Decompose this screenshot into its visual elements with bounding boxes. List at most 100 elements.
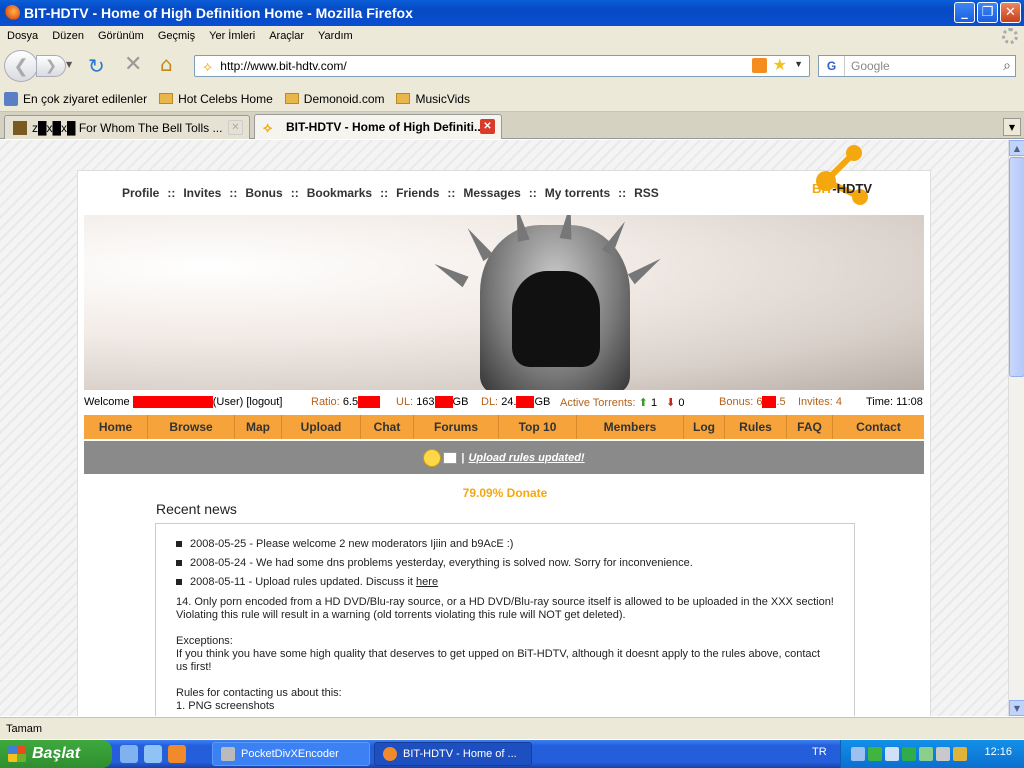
tab-list-button[interactable]: ▼ xyxy=(1003,118,1021,136)
exceptions-paragraph: Exceptions: If you think you have some h… xyxy=(176,635,834,674)
mainnav-map[interactable]: Map xyxy=(235,415,282,439)
menu-view[interactable]: Görünüm xyxy=(91,30,151,42)
banner-spike xyxy=(462,224,494,262)
task-pocketdivxencoder[interactable]: PocketDivXEncoder xyxy=(212,742,370,766)
minimize-button[interactable]: _ xyxy=(954,2,975,23)
nav-separator: :: xyxy=(447,186,456,200)
site-logo[interactable]: BIT-HDTV xyxy=(812,181,872,196)
menu-edit[interactable]: Düzen xyxy=(45,30,91,42)
rss-icon[interactable] xyxy=(752,58,767,73)
stop-button[interactable]: ✕ xyxy=(124,52,142,77)
tray-app-icon[interactable] xyxy=(902,747,916,761)
mainnav-home[interactable]: Home xyxy=(84,415,148,439)
mainnav-forums[interactable]: Forums xyxy=(414,415,499,439)
bit-hdtv-logo-icon[interactable] xyxy=(806,143,870,207)
rule-14-warning: Violating this rule will result in a war… xyxy=(176,609,626,621)
google-engine-icon[interactable]: G xyxy=(819,56,845,76)
news-item: 2008-05-24 - We had some dns problems ye… xyxy=(176,557,834,569)
tray-play-icon[interactable] xyxy=(868,747,882,761)
history-dropdown-icon[interactable]: ▼ xyxy=(66,60,72,69)
address-bar[interactable]: ⟡ http://www.bit-hdtv.com/ ★ ▼ xyxy=(194,55,810,77)
menu-help[interactable]: Yardım xyxy=(311,30,360,42)
tray-volume-icon[interactable] xyxy=(936,747,950,761)
user-role-logout[interactable]: (User) [logout] xyxy=(213,396,283,408)
tray-user-icon[interactable] xyxy=(851,747,865,761)
rules-paragraph: 14. Only porn encoded from a HD DVD/Blu-… xyxy=(176,596,834,622)
menu-file[interactable]: Dosya xyxy=(0,30,45,42)
mainnav-log[interactable]: Log xyxy=(684,415,725,439)
menu-history[interactable]: Geçmiş xyxy=(151,30,202,42)
search-bar[interactable]: G Google ⌕ xyxy=(818,55,1016,77)
scroll-thumb[interactable] xyxy=(1009,157,1024,377)
bookmark-most-visited[interactable]: En çok ziyaret edilenler xyxy=(4,91,147,106)
server-time: Time: 11:08 xyxy=(866,396,923,408)
mainnav-rules[interactable]: Rules xyxy=(725,415,787,439)
redacted-dl xyxy=(516,396,535,409)
bookmark-demonoid[interactable]: Demonoid.com xyxy=(284,92,384,106)
nav-messages[interactable]: Messages xyxy=(463,186,520,200)
news-item: 2008-05-11 - Upload rules updated. Discu… xyxy=(176,576,834,588)
bookmark-musicvids[interactable]: MusicVids xyxy=(396,92,470,106)
search-icon[interactable]: ⌕ xyxy=(1003,57,1011,74)
vertical-scrollbar[interactable]: ▲ ▼ xyxy=(1008,140,1024,716)
nav-my-torrents[interactable]: My torrents xyxy=(545,186,610,200)
start-button[interactable]: Başlat xyxy=(0,740,112,768)
tab-for-whom-the-bell-tolls[interactable]: z█x█x█ For Whom The Bell Tolls ... ✕ xyxy=(4,115,250,139)
nav-friends[interactable]: Friends xyxy=(396,186,439,200)
nav-separator: :: xyxy=(290,186,299,200)
address-url[interactable]: http://www.bit-hdtv.com/ xyxy=(220,59,347,73)
news-here-link[interactable]: here xyxy=(416,576,438,588)
search-input[interactable]: Google xyxy=(851,59,890,73)
nav-bonus[interactable]: Bonus xyxy=(245,186,282,200)
show-desktop-icon[interactable] xyxy=(120,745,138,763)
forward-button[interactable]: ❯ xyxy=(36,55,66,77)
tray-utorrent-icon[interactable] xyxy=(919,747,933,761)
scroll-up-icon[interactable]: ▲ xyxy=(1009,140,1024,156)
folder-icon xyxy=(284,93,299,104)
status-bar: Tamam xyxy=(0,717,1024,739)
invites-count: Invites: 4 xyxy=(798,396,843,408)
tab-bar: z█x█x█ For Whom The Bell Tolls ... ✕ ⟡ B… xyxy=(0,112,1024,139)
mainnav-top10[interactable]: Top 10 xyxy=(499,415,577,439)
tray-network-icon[interactable] xyxy=(885,747,899,761)
banner-spike xyxy=(431,258,469,288)
donate-link[interactable]: 79.09% Donate xyxy=(78,486,932,500)
firefox-quick-icon[interactable] xyxy=(168,745,186,763)
nav-profile[interactable]: Profile xyxy=(122,186,159,200)
menu-tools[interactable]: Araçlar xyxy=(262,30,311,42)
menu-bookmarks[interactable]: Yer İmleri xyxy=(202,30,262,42)
nav-rss[interactable]: RSS xyxy=(634,186,659,200)
tab-close-icon[interactable]: ✕ xyxy=(228,120,243,135)
mainnav-contact[interactable]: Contact xyxy=(833,415,924,439)
quick-launch-app-icon[interactable] xyxy=(144,745,162,763)
bookmark-star-icon[interactable]: ★ xyxy=(773,55,787,75)
exceptions-title: Exceptions: xyxy=(176,635,233,647)
nav-bookmarks[interactable]: Bookmarks xyxy=(307,186,372,200)
mainnav-upload[interactable]: Upload xyxy=(282,415,361,439)
windows-flag-icon xyxy=(8,746,26,762)
home-button[interactable]: ⌂ xyxy=(160,52,173,76)
nav-invites[interactable]: Invites xyxy=(183,186,221,200)
close-button[interactable]: ✕ xyxy=(1000,2,1021,23)
nav-separator: :: xyxy=(528,186,537,200)
mainnav-chat[interactable]: Chat xyxy=(361,415,414,439)
tab-close-icon[interactable]: ✕ xyxy=(480,119,495,134)
tray-misc-icon[interactable] xyxy=(953,747,967,761)
mainnav-members[interactable]: Members xyxy=(577,415,684,439)
mainnav-browse[interactable]: Browse xyxy=(148,415,235,439)
scroll-down-icon[interactable]: ▼ xyxy=(1009,700,1024,716)
tab-bit-hdtv[interactable]: ⟡ BIT-HDTV - Home of High Definiti... ✕ xyxy=(254,114,502,139)
header-banner xyxy=(84,215,924,390)
maximize-button[interactable]: ❐ xyxy=(977,2,998,23)
news-text: 2008-05-24 - We had some dns problems ye… xyxy=(190,557,693,569)
language-indicator[interactable]: TR xyxy=(812,746,827,758)
mainnav-faq[interactable]: FAQ xyxy=(787,415,833,439)
address-dropdown-icon[interactable]: ▼ xyxy=(794,59,803,69)
bookmark-hot-celebs[interactable]: Hot Celebs Home xyxy=(159,92,273,106)
smiley-icon xyxy=(423,448,442,467)
reload-button[interactable]: ↻ xyxy=(88,54,105,78)
upload-rules-link[interactable]: Upload rules updated! xyxy=(468,452,584,464)
contact-paragraph: Rules for contacting us about this: 1. P… xyxy=(176,687,834,713)
task-firefox[interactable]: BIT-HDTV - Home of ... xyxy=(374,742,532,766)
back-button[interactable]: ❮ xyxy=(4,50,38,82)
